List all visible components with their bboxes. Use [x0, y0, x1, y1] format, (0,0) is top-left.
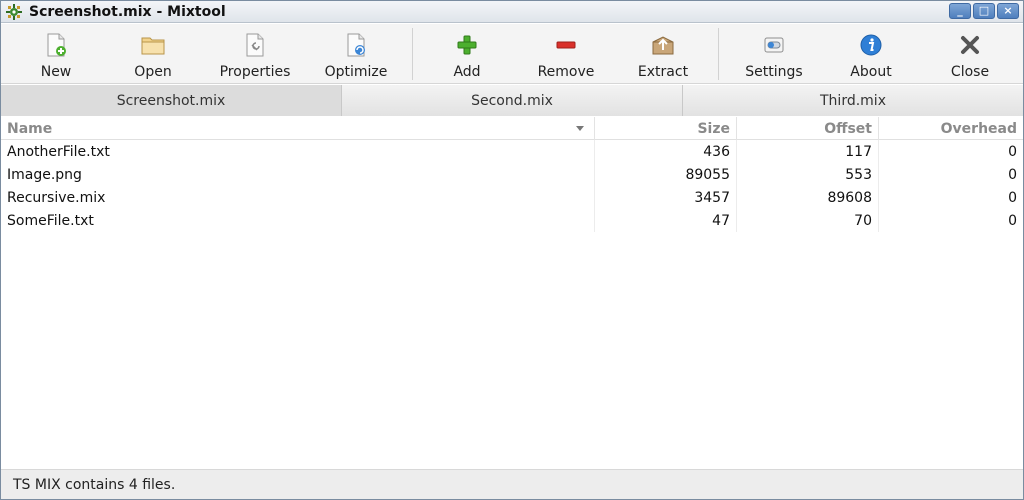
- settings-toggle-icon: [761, 32, 787, 58]
- window-controls: _ □ ×: [949, 3, 1019, 19]
- remove-label: Remove: [537, 64, 595, 80]
- settings-button[interactable]: Settings: [729, 28, 819, 80]
- toolbar-separator: [412, 28, 413, 80]
- add-label: Add: [453, 64, 481, 80]
- open-label: Open: [134, 64, 172, 80]
- tab-third-mix[interactable]: Third.mix: [683, 85, 1023, 116]
- remove-minus-icon: [553, 32, 579, 58]
- column-header-overhead[interactable]: Overhead: [879, 117, 1023, 140]
- cell-size: 436: [595, 140, 737, 163]
- cell-overhead: 0: [1008, 143, 1017, 160]
- extract-box-icon: [650, 32, 676, 58]
- cell-overhead: 0: [1008, 166, 1017, 183]
- folder-open-icon: [140, 32, 166, 58]
- cell-size: 47: [595, 209, 737, 232]
- cell-offset: 70: [737, 209, 879, 232]
- about-label: About: [850, 64, 892, 80]
- main-window: Screenshot.mix - Mixtool _ □ × New Open …: [0, 0, 1024, 500]
- cell-name: AnotherFile.txt: [1, 140, 595, 163]
- column-header-name[interactable]: Name: [1, 117, 595, 140]
- table-row[interactable]: Recursive.mix 3457 89608 0: [1, 186, 1023, 209]
- minimize-button[interactable]: _: [949, 3, 971, 19]
- table-header: Name Size Offset Overhead: [1, 117, 1023, 140]
- table-row[interactable]: Image.png 89055 553 0: [1, 163, 1023, 186]
- new-button[interactable]: New: [11, 28, 101, 80]
- toolbar-separator: [718, 28, 719, 80]
- cell-size: 3457: [595, 186, 737, 209]
- file-table: Name Size Offset Overhead AnotherFile.tx…: [1, 117, 1023, 469]
- cell-offset: 553: [737, 163, 879, 186]
- cell-name: Recursive.mix: [1, 186, 595, 209]
- cell-overhead: 0: [1008, 212, 1017, 229]
- status-text: TS MIX contains 4 files.: [13, 476, 176, 493]
- window-title: Screenshot.mix - Mixtool: [29, 3, 226, 20]
- table-body: AnotherFile.txt 436 117 0 Image.png 8905…: [1, 140, 1023, 232]
- tab-second-mix[interactable]: Second.mix: [342, 85, 683, 116]
- new-file-icon: [43, 32, 69, 58]
- table-row[interactable]: AnotherFile.txt 436 117 0: [1, 140, 1023, 163]
- add-button[interactable]: Add: [422, 28, 512, 80]
- column-header-name-label: Name: [7, 120, 53, 137]
- column-header-offset[interactable]: Offset: [737, 117, 879, 140]
- cell-size: 89055: [595, 163, 737, 186]
- table-row[interactable]: SomeFile.txt 47 70 0: [1, 209, 1023, 232]
- file-tabs: Screenshot.mix Second.mix Third.mix: [1, 85, 1023, 116]
- status-bar: TS MIX contains 4 files.: [1, 469, 1023, 499]
- remove-button[interactable]: Remove: [521, 28, 611, 80]
- properties-icon: [242, 32, 268, 58]
- extract-button[interactable]: Extract: [618, 28, 708, 80]
- cell-name: SomeFile.txt: [1, 209, 595, 232]
- cell-overhead: 0: [1008, 189, 1017, 206]
- optimize-button[interactable]: Optimize: [311, 28, 401, 80]
- close-x-icon: [957, 32, 983, 58]
- new-label: New: [40, 64, 72, 80]
- properties-label: Properties: [219, 64, 291, 80]
- optimize-icon: [343, 32, 369, 58]
- mixtool-app-icon: [5, 3, 23, 21]
- add-plus-icon: [454, 32, 480, 58]
- cell-offset: 117: [737, 140, 879, 163]
- cell-offset: 89608: [737, 186, 879, 209]
- close-label: Close: [950, 64, 990, 80]
- optimize-label: Optimize: [324, 64, 388, 80]
- properties-button[interactable]: Properties: [210, 28, 300, 80]
- close-button[interactable]: Close: [925, 28, 1015, 80]
- open-button[interactable]: Open: [108, 28, 198, 80]
- info-icon: [858, 32, 884, 58]
- window-close-button[interactable]: ×: [997, 3, 1019, 19]
- settings-label: Settings: [745, 64, 803, 80]
- tab-screenshot-mix[interactable]: Screenshot.mix: [1, 85, 342, 116]
- toolbar: New Open Properties Optimize Add Remove …: [1, 24, 1023, 84]
- extract-label: Extract: [637, 64, 689, 80]
- cell-name: Image.png: [1, 163, 595, 186]
- column-header-size[interactable]: Size: [595, 117, 737, 140]
- sort-descending-icon: [576, 126, 584, 131]
- maximize-button[interactable]: □: [973, 3, 995, 19]
- title-bar[interactable]: Screenshot.mix - Mixtool _ □ ×: [1, 1, 1023, 23]
- about-button[interactable]: About: [826, 28, 916, 80]
